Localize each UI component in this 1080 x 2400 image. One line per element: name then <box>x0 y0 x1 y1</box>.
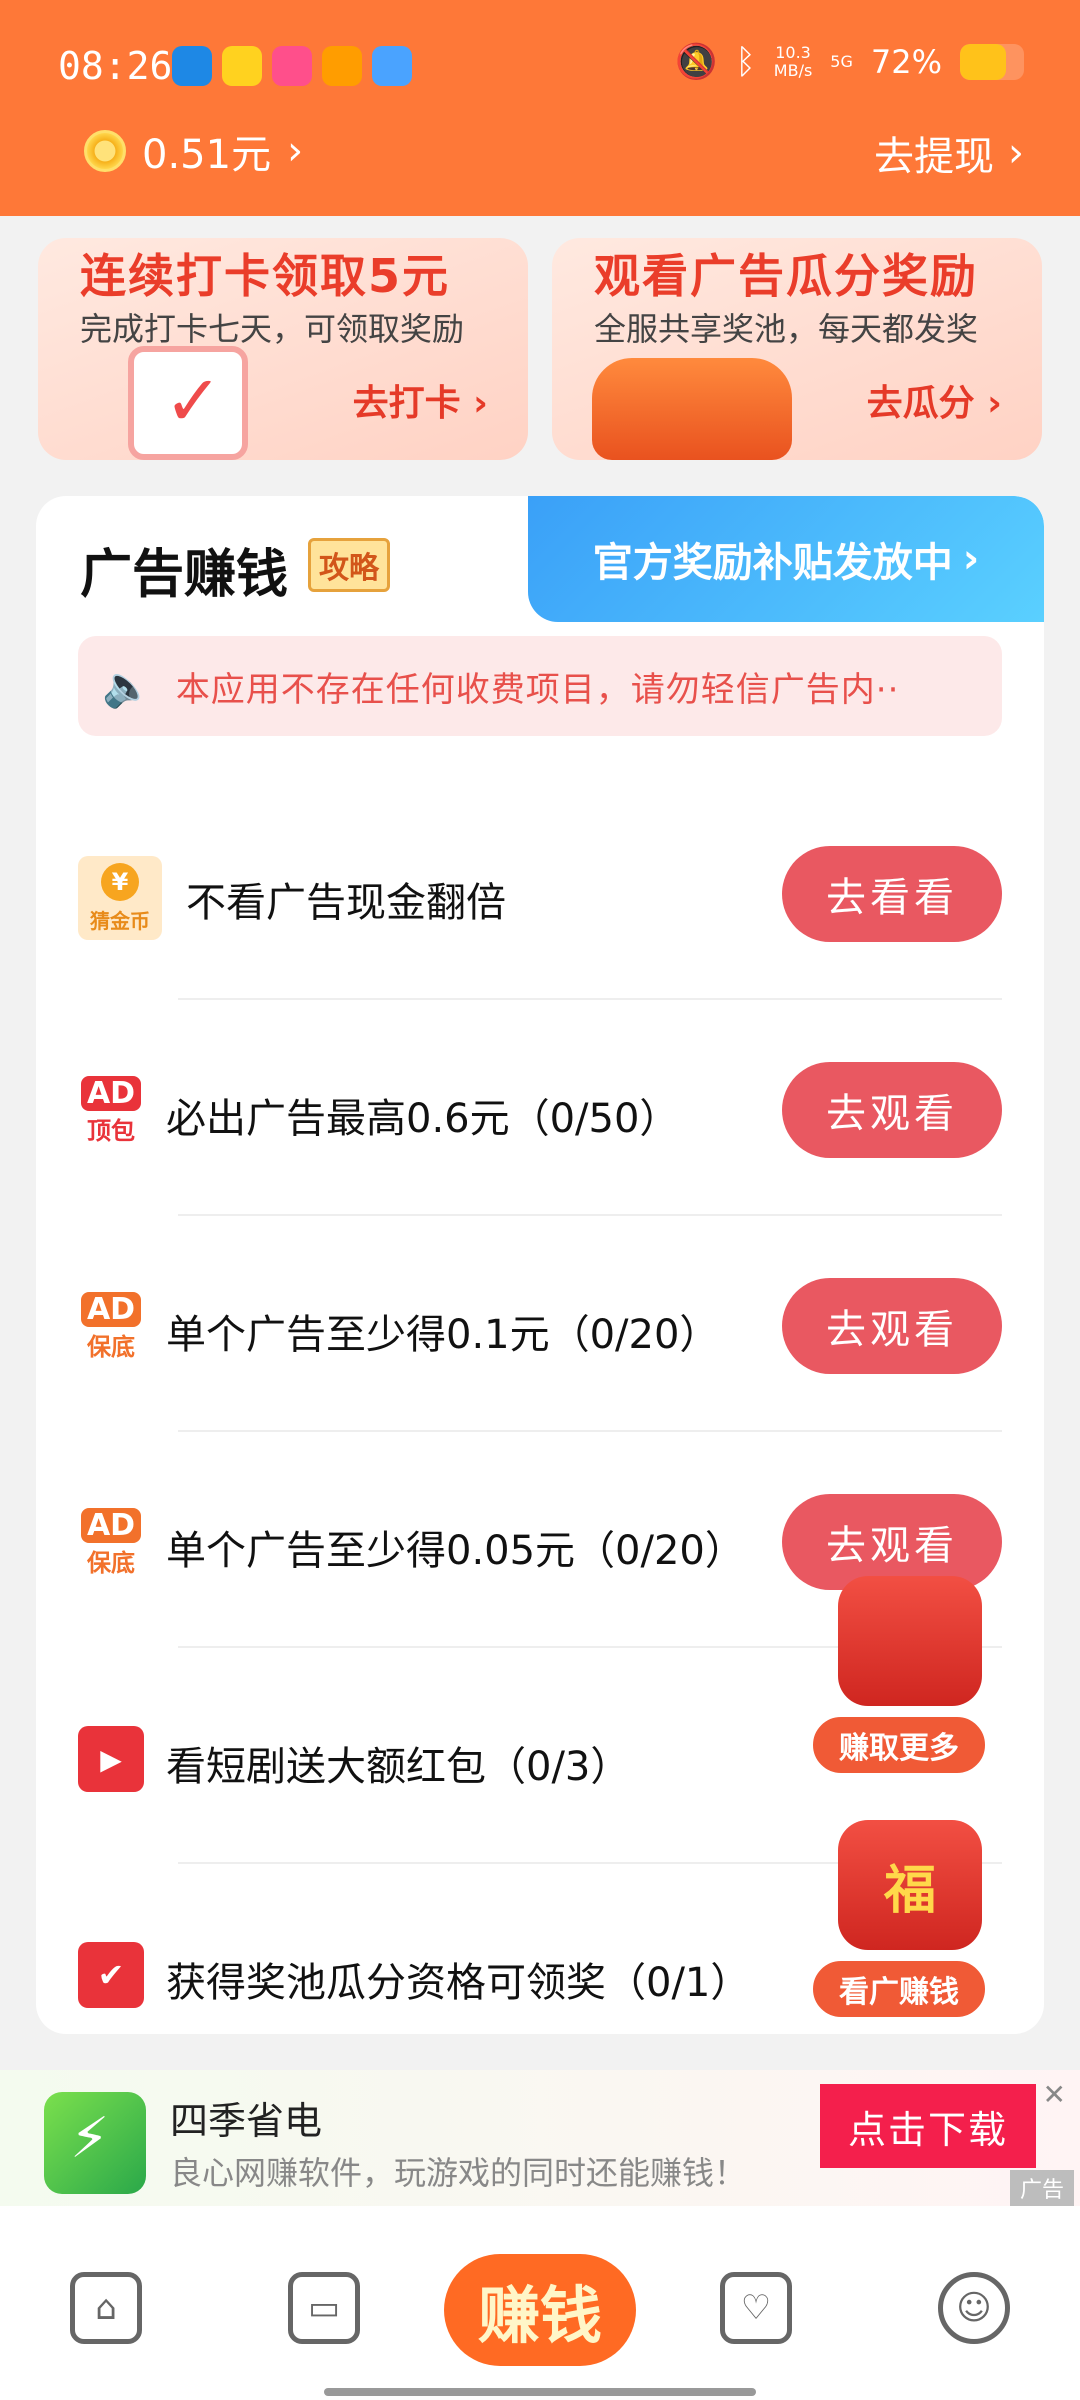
notice-text: 本应用不存在任何收费项目，请勿轻信广告内·· <box>175 669 900 710</box>
promo-subtitle: 完成打卡七天，可领取奖励 <box>80 310 465 348</box>
ad-app-name: 四季省电 <box>170 2099 323 2143</box>
app-icon <box>172 46 212 86</box>
earn-more-float-button[interactable]: 赚取更多 <box>810 1556 1010 1776</box>
coin-icon <box>84 130 126 172</box>
task-row: ¥ 猜金币 不看广告现金翻倍 去看看 <box>78 784 1002 1000</box>
play-icon <box>78 1726 144 1792</box>
earn-money-tab[interactable]: 赚钱 <box>444 2254 636 2366</box>
battery-fill <box>960 44 1007 80</box>
ad-description: 良心网赚软件，玩游戏的同时还能赚钱！ <box>170 2154 747 2192</box>
app-icon <box>322 46 362 86</box>
checkin-button[interactable]: 去打卡 › <box>353 374 488 426</box>
task-watch-button[interactable]: 去观看 <box>782 1278 1002 1374</box>
speaker-icon: 🔈 <box>102 663 152 710</box>
ad-label: 广告 <box>1009 2170 1074 2206</box>
share-prize-button[interactable]: 去瓜分 › <box>867 374 1002 426</box>
promo-title: 连续打卡领取5元 <box>80 249 451 303</box>
ad-banner[interactable]: 四季省电 良心网赚软件，玩游戏的同时还能赚钱！ 点击下载 ✕ 广告 <box>0 2070 1080 2206</box>
bottom-navigation: ⌂ ▭ 赚钱 ♡ ☺ <box>0 2206 1080 2400</box>
checkin-promo-card[interactable]: 连续打卡领取5元 完成打卡七天，可领取奖励 去打卡 › <box>38 238 528 460</box>
prize-pool-promo-card[interactable]: 观看广告瓜分奖励 全服共享奖池，每天都发奖 去瓜分 › <box>552 238 1042 460</box>
calendar-check-icon <box>128 346 248 460</box>
status-bar: 08:26 🔕 ᛒ 10.3 MB/s 5G 72% <box>0 40 1080 96</box>
guide-tag[interactable]: 攻略 <box>308 538 390 592</box>
chevron-right-icon: › <box>287 128 304 174</box>
task-label: 不看广告现金翻倍 <box>186 880 506 926</box>
task-row: AD 保底 单个广告至少得0.1元（0/20） 去观看 <box>78 1216 1002 1432</box>
treasure-pot-icon <box>592 358 792 460</box>
task-label: 单个广告至少得0.05元（0/20） <box>166 1528 745 1574</box>
notice-bar: 🔈 本应用不存在任何收费项目，请勿轻信广告内·· <box>78 636 1002 736</box>
battery-icon <box>960 44 1024 80</box>
task-watch-button[interactable]: 去观看 <box>782 1062 1002 1158</box>
task-label: 获得奖池瓜分资格可领奖（0/1） <box>166 1960 751 2006</box>
ad-badge-icon: AD 顶包 <box>78 1076 144 1145</box>
signal-5g-icon: 5G <box>830 52 853 71</box>
task-label: 单个广告至少得0.1元（0/20） <box>166 1312 720 1358</box>
app-icon <box>272 46 312 86</box>
task-go-button[interactable]: 去看看 <box>782 846 1002 942</box>
smile-icon[interactable]: ☺ <box>938 2272 1010 2344</box>
tv-icon[interactable]: ▭ <box>288 2272 360 2344</box>
float-tag: 赚取更多 <box>810 1714 988 1776</box>
guess-coin-icon: ¥ 猜金币 <box>78 856 162 940</box>
task-label: 看短剧送大额红包（0/3） <box>166 1744 631 1790</box>
wallet-icon <box>838 1576 982 1706</box>
withdraw-button[interactable]: 去提现 › <box>874 124 1024 182</box>
mute-bell-icon: 🔕 <box>675 42 718 82</box>
download-button[interactable]: 点击下载 <box>820 2084 1036 2168</box>
withdraw-label: 去提现 <box>874 134 994 180</box>
bluetooth-icon: ᛒ <box>735 42 756 82</box>
promo-title: 观看广告瓜分奖励 <box>594 249 978 303</box>
balance-amount: 0.51元 <box>142 132 272 178</box>
app-icon <box>222 46 262 86</box>
float-tag: 看广赚钱 <box>810 1958 988 2020</box>
ad-badge-icon: AD 保底 <box>78 1508 144 1577</box>
notification-app-icons <box>172 46 412 86</box>
close-icon[interactable]: ✕ <box>1043 2078 1066 2111</box>
lucky-bag-icon: 福 <box>838 1820 982 1950</box>
task-label: 必出广告最高0.6元（0/50） <box>166 1096 680 1142</box>
status-time: 08:26 <box>58 44 173 88</box>
section-title: 广告赚钱 <box>80 545 289 605</box>
home-indicator[interactable] <box>324 2388 756 2396</box>
chevron-right-icon: › <box>962 536 980 582</box>
watch-ad-earn-float-button[interactable]: 福 看广赚钱 <box>810 1800 1010 2020</box>
ad-badge-icon: AD 保底 <box>78 1292 144 1361</box>
task-row: AD 顶包 必出广告最高0.6元（0/50） 去观看 <box>78 1000 1002 1216</box>
top-header: 08:26 🔕 ᛒ 10.3 MB/s 5G 72% 0.51元 › 去提现 › <box>0 0 1080 216</box>
banner-text: 官方奖励补贴发放中 <box>592 540 953 586</box>
heart-mail-icon[interactable]: ♡ <box>720 2272 792 2344</box>
app-icon <box>372 46 412 86</box>
status-indicators: 🔕 ᛒ 10.3 MB/s 5G 72% <box>675 42 1024 82</box>
ad-earnings-panel: 广告赚钱 攻略 官方奖励补贴发放中 › 🔈 本应用不存在任何收费项目，请勿轻信广… <box>36 496 1044 2034</box>
check-badge-icon <box>78 1942 144 2008</box>
chevron-right-icon: › <box>1008 130 1024 176</box>
subsidy-banner[interactable]: 官方奖励补贴发放中 › <box>528 496 1044 622</box>
balance-display[interactable]: 0.51元 › <box>84 122 303 180</box>
battery-app-icon <box>44 2092 146 2194</box>
promo-subtitle: 全服共享奖池，每天都发奖 <box>594 310 979 348</box>
network-speed: 10.3 MB/s <box>773 43 813 80</box>
battery-percent: 72% <box>870 43 942 81</box>
home-icon[interactable]: ⌂ <box>70 2272 142 2344</box>
